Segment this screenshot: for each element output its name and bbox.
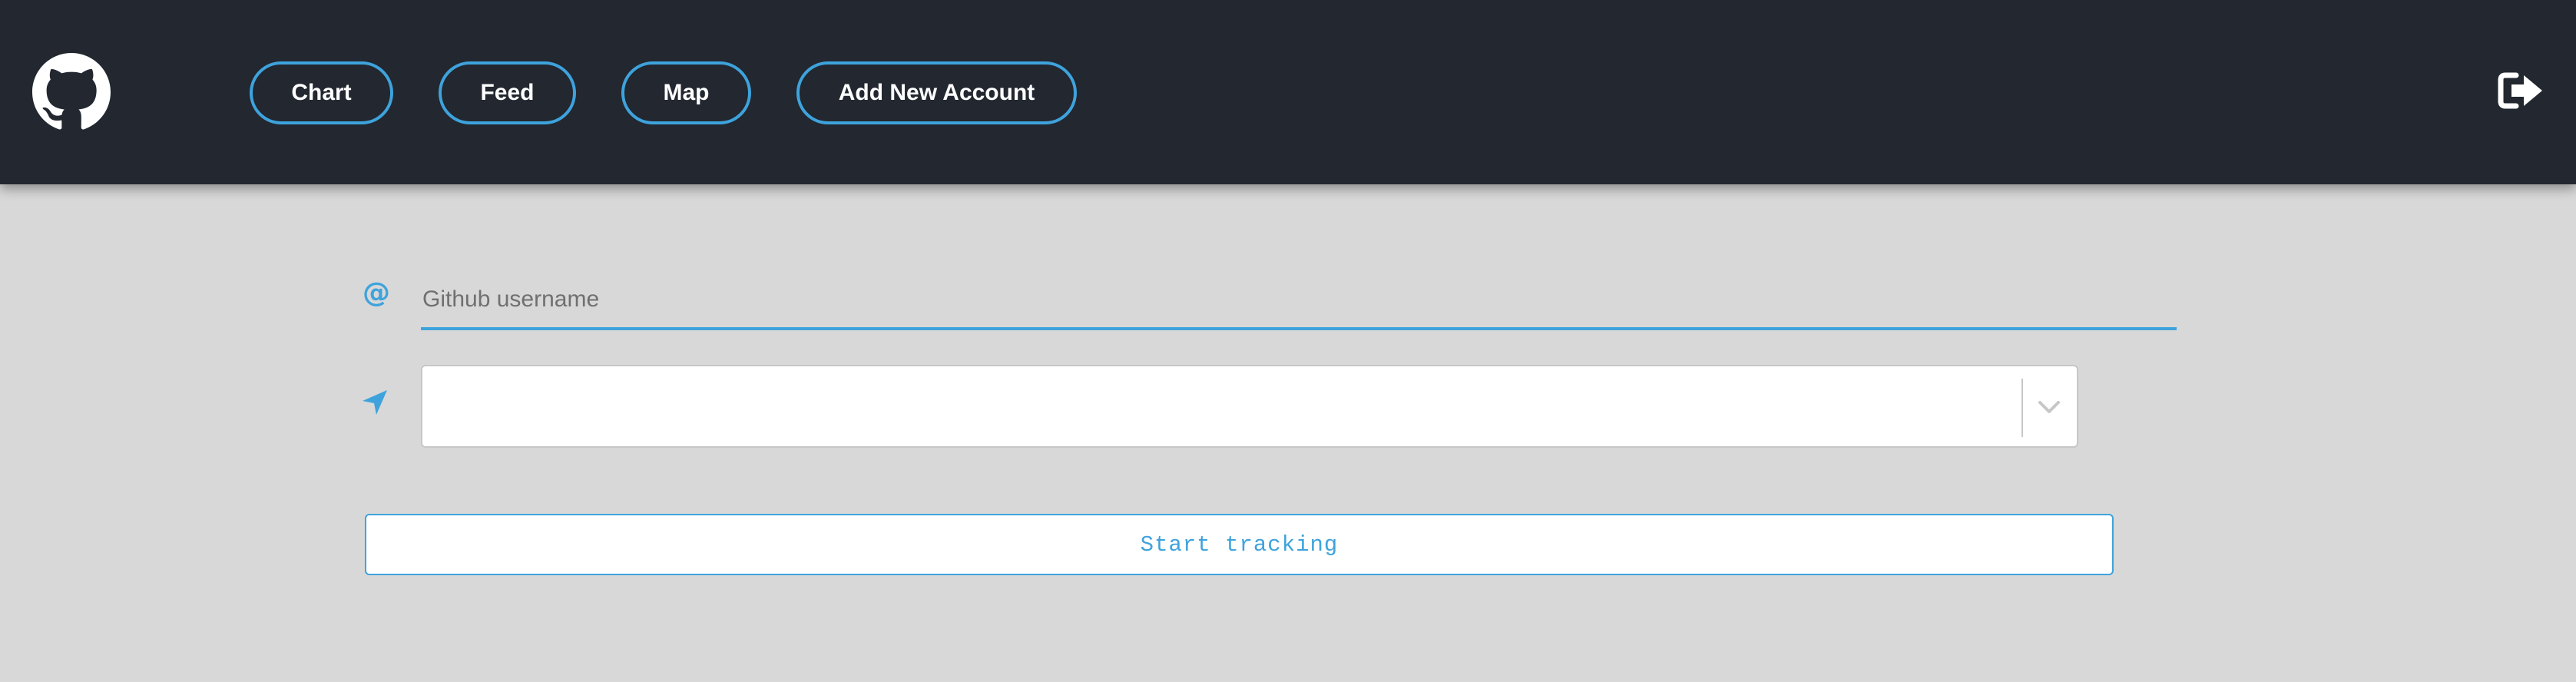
nav-feed-button[interactable]: Feed	[439, 61, 576, 124]
location-arrow-icon	[363, 390, 387, 415]
at-icon: @	[363, 277, 390, 309]
nav-add-new-account-button[interactable]: Add New Account	[796, 61, 1077, 124]
start-tracking-button[interactable]: Start tracking	[365, 514, 2114, 575]
location-select[interactable]	[421, 365, 2078, 448]
select-separator	[2021, 379, 2023, 437]
nav-chart-button[interactable]: Chart	[250, 61, 393, 124]
chevron-down-icon[interactable]	[2034, 396, 2064, 419]
sign-out-icon[interactable]	[2498, 71, 2545, 111]
top-navigation-bar: Chart Feed Map Add New Account	[0, 0, 2576, 184]
github-username-input[interactable]	[421, 272, 2177, 330]
nav-map-button[interactable]: Map	[621, 61, 751, 124]
github-icon[interactable]	[32, 53, 111, 131]
